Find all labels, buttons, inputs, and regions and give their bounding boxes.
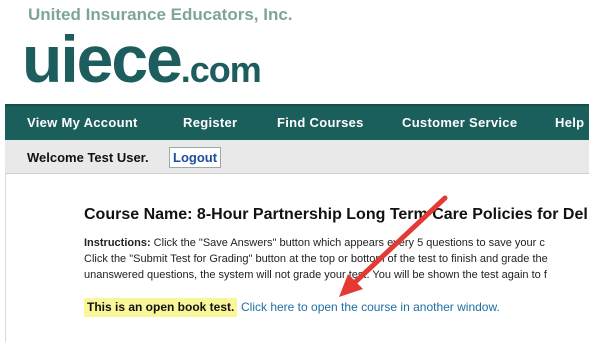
welcome-bar: Welcome Test User. Logout xyxy=(5,140,589,174)
instructions-line-3: unanswered questions, the system will no… xyxy=(84,269,547,281)
open-course-link[interactable]: Click here to open the course in another… xyxy=(241,299,500,316)
nav-find-courses[interactable]: Find Courses xyxy=(277,106,364,140)
logout-button[interactable]: Logout xyxy=(169,147,222,168)
nav-register[interactable]: Register xyxy=(183,106,237,140)
instructions-line-2: Click the "Submit Test for Grading" butt… xyxy=(84,253,548,265)
nav-customer-service[interactable]: Customer Service xyxy=(402,106,517,140)
instructions-text-1: Click the "Save Answers" button which ap… xyxy=(150,237,545,249)
nav-view-my-account[interactable]: View My Account xyxy=(27,106,138,140)
logo-main-text: uiece xyxy=(22,22,183,96)
instructions-line-1: Instructions: Click the "Save Answers" b… xyxy=(84,235,589,251)
nav-help[interactable]: Help xyxy=(555,106,584,140)
instructions-block: Instructions: Click the "Save Answers" b… xyxy=(84,235,589,283)
course-title: Course Name: 8-Hour Partnership Long Ter… xyxy=(84,206,588,223)
site-logo[interactable]: uiece.com xyxy=(22,26,262,92)
open-book-notice: This is an open book test. xyxy=(84,298,238,317)
welcome-message: Welcome Test User. xyxy=(27,150,149,165)
instructions-label: Instructions: xyxy=(84,237,151,249)
main-nav-bar: View My Account Register Find Courses Cu… xyxy=(5,104,589,140)
logo-suffix-text: .com xyxy=(180,49,262,90)
